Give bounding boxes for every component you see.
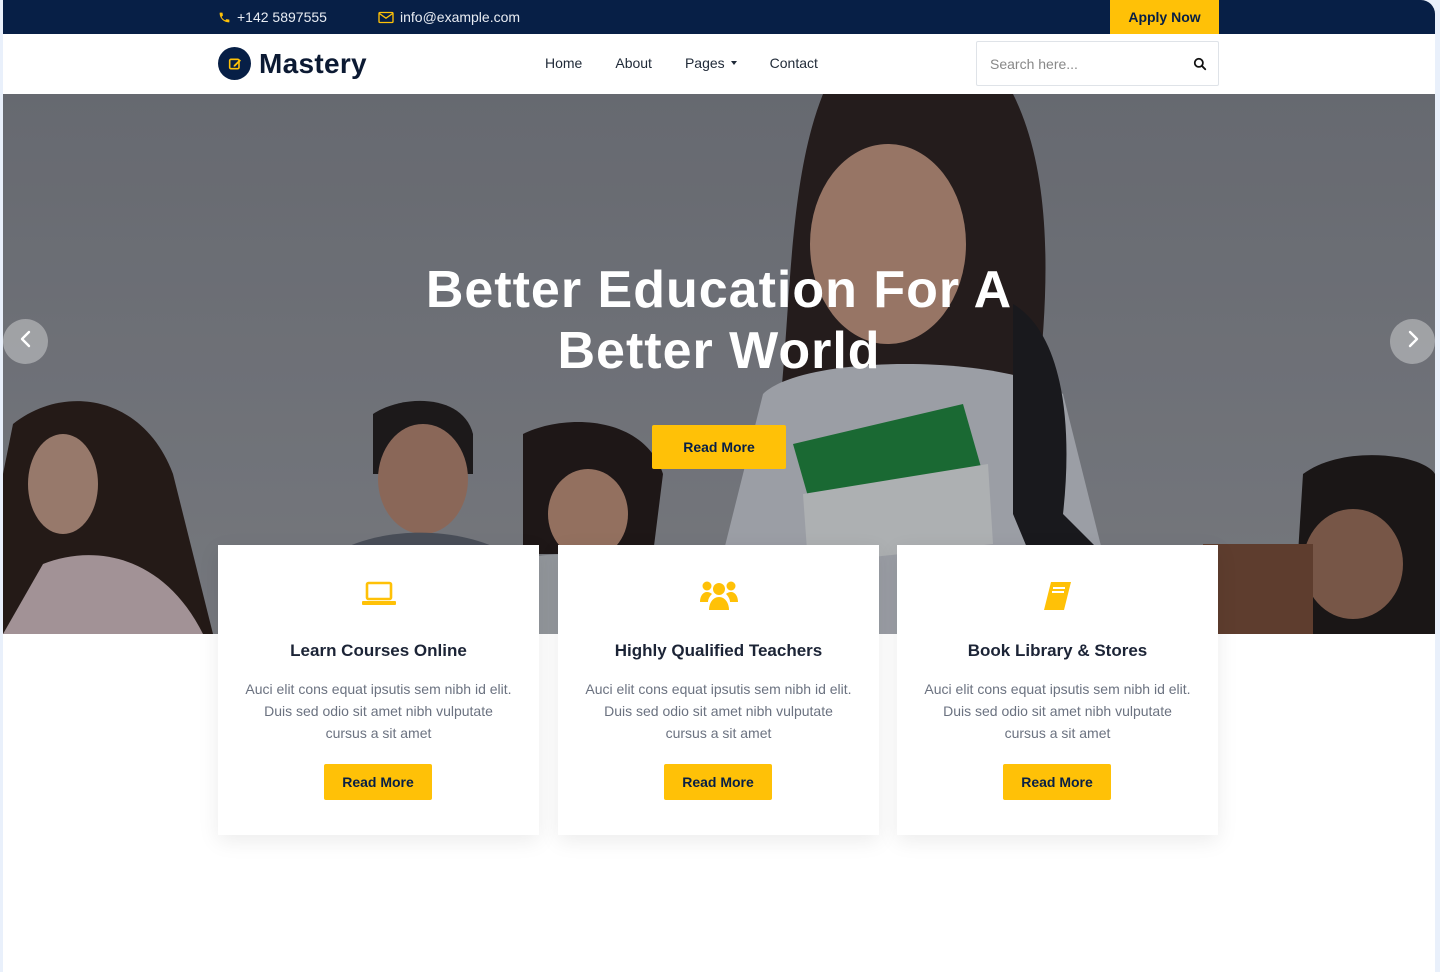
feature-text: Auci elit cons equat ipsutis sem nibh id… [245,681,512,741]
nav-contact[interactable]: Contact [770,55,818,71]
feature-card-library: Book Library & Stores Auci elit cons equ… [897,545,1218,835]
slider-next-button[interactable] [1390,319,1435,364]
site-logo[interactable]: Mastery [218,47,367,80]
feature-text: Auci elit cons equat ipsutis sem nibh id… [585,681,852,741]
phone-number: +142 5897555 [237,9,327,25]
search-box [976,41,1219,86]
nav-pages[interactable]: Pages [685,55,737,71]
feature-read-more-button[interactable]: Read More [1003,764,1111,800]
chevron-left-icon [19,330,33,353]
hero-title: Better Education For A Better World [3,260,1435,382]
top-bar: +142 5897555 info@example.com Apply Now [3,0,1435,34]
feature-read-more-button[interactable]: Read More [664,764,772,800]
brand-name: Mastery [259,47,367,79]
slider-prev-button[interactable] [3,319,48,364]
nav-about[interactable]: About [615,55,652,71]
caret-down-icon [730,61,737,65]
phone-icon [218,11,231,24]
laptop-icon [218,580,539,608]
feature-read-more-button[interactable]: Read More [324,764,432,800]
feature-title: Learn Courses Online [290,641,467,660]
envelope-icon [378,11,394,24]
feature-title: Book Library & Stores [967,641,1148,660]
apply-now-button[interactable]: Apply Now [1110,0,1219,34]
main-nav: Home About Pages Contact [545,55,818,71]
book-icon [897,580,1218,612]
window-edge [1435,0,1440,972]
nav-pages-label: Pages [684,55,725,71]
feature-title: Highly Qualified Teachers [614,641,823,660]
main-header: Mastery Home About Pages Contact [3,34,1435,94]
email-address: info@example.com [400,9,521,25]
contact-email[interactable]: info@example.com [378,9,520,25]
contact-phone[interactable]: +142 5897555 [218,9,327,25]
search-input[interactable] [977,42,1182,85]
nav-home[interactable]: Home [545,55,582,71]
search-icon[interactable] [1182,57,1218,71]
page: +142 5897555 info@example.com Apply Now … [3,0,1435,972]
hero-title-line-2: Better World [557,322,881,380]
feature-card-teachers: Highly Qualified Teachers Auci elit cons… [558,545,879,835]
users-icon [558,580,879,612]
feature-card-courses: Learn Courses Online Auci elit cons equa… [218,545,539,835]
chevron-right-icon [1406,330,1420,353]
feature-text: Auci elit cons equat ipsutis sem nibh id… [924,681,1191,741]
logo-edit-icon [218,47,251,80]
hero-title-line-1: Better Education For A [425,261,1013,319]
hero-read-more-button[interactable]: Read More [652,425,786,469]
